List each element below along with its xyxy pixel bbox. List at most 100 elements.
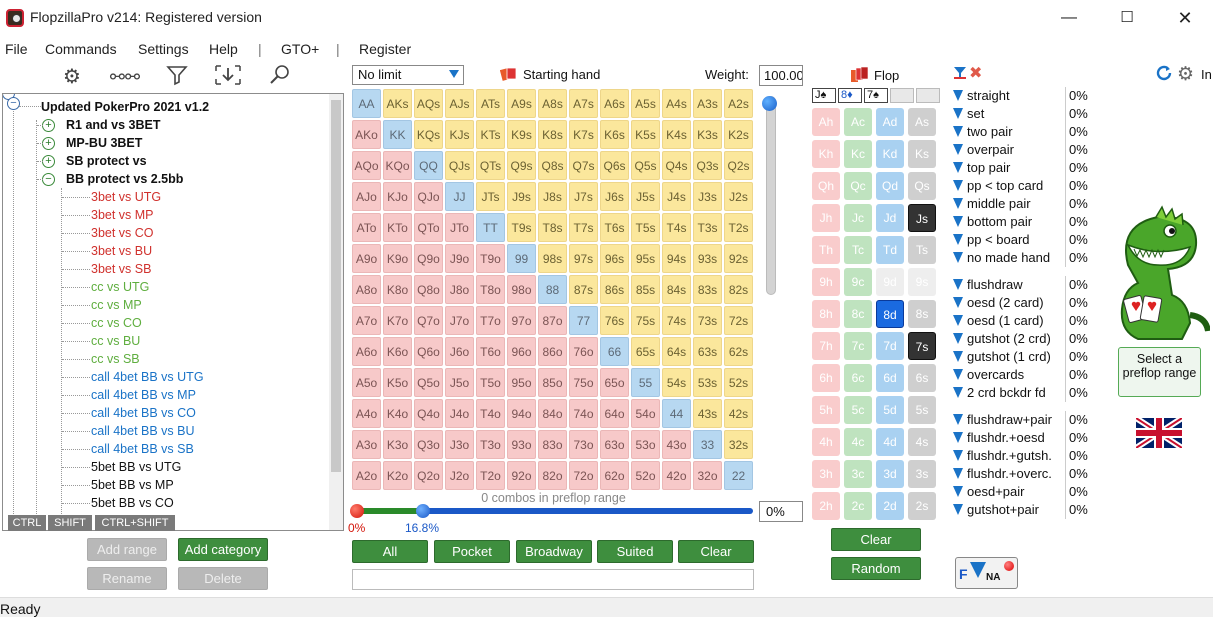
hand-cell-55[interactable]: 55 <box>631 368 660 397</box>
hand-cell-Q9o[interactable]: Q9o <box>414 244 443 273</box>
hand-cell-AJo[interactable]: AJo <box>352 182 381 211</box>
add-range-button[interactable]: Add range <box>87 538 167 561</box>
board-card-3[interactable]: 7♠ <box>864 88 888 103</box>
hand-cell-K7s[interactable]: K7s <box>569 120 598 149</box>
hand-cell-42s[interactable]: 42s <box>724 399 753 428</box>
stat-filter-made[interactable]: bottom pair <box>953 213 1032 231</box>
filter-icon[interactable] <box>953 234 963 245</box>
hand-cell-82s[interactable]: 82s <box>724 275 753 304</box>
stat-filter-draws[interactable]: flushdraw <box>953 276 1023 294</box>
hand-cell-63o[interactable]: 63o <box>600 430 629 459</box>
filter-na-button[interactable]: F NA <box>955 557 1018 589</box>
hand-cell-76s[interactable]: 76s <box>600 306 629 335</box>
stat-filter-made[interactable]: overpair <box>953 141 1014 159</box>
menu-commands[interactable]: Commands <box>45 41 117 57</box>
flop-card-8h[interactable]: 8h <box>812 300 840 328</box>
hand-cell-JJ[interactable]: JJ <box>445 182 474 211</box>
hand-cell-K9s[interactable]: K9s <box>507 120 536 149</box>
tree-range-item[interactable]: cc vs UTG <box>91 278 149 296</box>
stat-filter-made[interactable]: top pair <box>953 159 1010 177</box>
hand-cell-KJs[interactable]: KJs <box>445 120 474 149</box>
filter-icon[interactable] <box>953 351 963 362</box>
hand-cell-T4s[interactable]: T4s <box>662 213 691 242</box>
flop-card-Jc[interactable]: Jc <box>844 204 872 232</box>
flop-card-6h[interactable]: 6h <box>812 364 840 392</box>
board-card-2[interactable]: 8♦ <box>838 88 862 103</box>
hand-cell-54s[interactable]: 54s <box>662 368 691 397</box>
hand-cell-T8s[interactable]: T8s <box>538 213 567 242</box>
flop-card-Ah[interactable]: Ah <box>812 108 840 136</box>
hand-cell-JTs[interactable]: JTs <box>476 182 505 211</box>
hand-cell-T2o[interactable]: T2o <box>476 461 505 490</box>
hand-cell-96s[interactable]: 96s <box>600 244 629 273</box>
hand-cell-J4o[interactable]: J4o <box>445 399 474 428</box>
filter-icon[interactable] <box>953 432 963 443</box>
flop-card-6s[interactable]: 6s <box>908 364 936 392</box>
hand-cell-J5o[interactable]: J5o <box>445 368 474 397</box>
flop-card-Tc[interactable]: Tc <box>844 236 872 264</box>
hand-cell-K4o[interactable]: K4o <box>383 399 412 428</box>
filter-icon[interactable] <box>953 180 963 191</box>
hand-cell-ATo[interactable]: ATo <box>352 213 381 242</box>
hand-cell-82o[interactable]: 82o <box>538 461 567 490</box>
hand-cell-T3s[interactable]: T3s <box>693 213 722 242</box>
hand-cell-Q2o[interactable]: Q2o <box>414 461 443 490</box>
hand-cell-85o[interactable]: 85o <box>538 368 567 397</box>
flop-card-6c[interactable]: 6c <box>844 364 872 392</box>
key-shift[interactable]: SHIFT <box>48 515 92 531</box>
hand-cell-Q4s[interactable]: Q4s <box>662 151 691 180</box>
tree-range-item[interactable]: call 4bet BB vs BU <box>91 422 195 440</box>
hand-cell-43s[interactable]: 43s <box>693 399 722 428</box>
hand-cell-42o[interactable]: 42o <box>662 461 691 490</box>
weight-slider[interactable] <box>766 96 776 295</box>
hand-cell-A4s[interactable]: A4s <box>662 89 691 118</box>
flop-card-9h[interactable]: 9h <box>812 268 840 296</box>
key-ctrl[interactable]: CTRL <box>8 515 46 531</box>
hand-cell-AQs[interactable]: AQs <box>414 89 443 118</box>
flop-card-Ks[interactable]: Ks <box>908 140 936 168</box>
hand-cell-QJo[interactable]: QJo <box>414 182 443 211</box>
stat-filter-combo[interactable]: flushdr.+gutsh. <box>953 447 1052 465</box>
hand-cell-J6s[interactable]: J6s <box>600 182 629 211</box>
filter-icon[interactable] <box>953 144 963 155</box>
hand-cell-84o[interactable]: 84o <box>538 399 567 428</box>
flop-card-4d[interactable]: 4d <box>876 428 904 456</box>
hand-cell-52o[interactable]: 52o <box>631 461 660 490</box>
flop-card-9d[interactable]: 9d <box>876 268 904 296</box>
hand-cell-43o[interactable]: 43o <box>662 430 691 459</box>
flop-card-7c[interactable]: 7c <box>844 332 872 360</box>
flop-card-6d[interactable]: 6d <box>876 364 904 392</box>
random-flop-button[interactable]: Random <box>831 557 921 580</box>
board-card-5[interactable] <box>916 88 940 103</box>
minimize-button[interactable]: — <box>1046 6 1092 30</box>
hand-cell-72s[interactable]: 72s <box>724 306 753 335</box>
tree-group[interactable]: BB protect vs 2.5bb <box>66 170 183 188</box>
hand-cell-86o[interactable]: 86o <box>538 337 567 366</box>
percent-input[interactable]: 0% <box>759 501 803 522</box>
hand-cell-A8o[interactable]: A8o <box>352 275 381 304</box>
hand-cell-92s[interactable]: 92s <box>724 244 753 273</box>
stat-filter-made[interactable]: two pair <box>953 123 1013 141</box>
hand-cell-44[interactable]: 44 <box>662 399 691 428</box>
flop-card-As[interactable]: As <box>908 108 936 136</box>
flop-card-Kd[interactable]: Kd <box>876 140 904 168</box>
hand-cell-A3s[interactable]: A3s <box>693 89 722 118</box>
hand-cell-ATs[interactable]: ATs <box>476 89 505 118</box>
filter-icon[interactable] <box>953 252 963 263</box>
hand-cell-AKo[interactable]: AKo <box>352 120 381 149</box>
hand-cell-K6s[interactable]: K6s <box>600 120 629 149</box>
flop-card-5s[interactable]: 5s <box>908 396 936 424</box>
hand-cell-83s[interactable]: 83s <box>693 275 722 304</box>
hand-cell-J2s[interactable]: J2s <box>724 182 753 211</box>
flop-card-5h[interactable]: 5h <box>812 396 840 424</box>
search-icon[interactable] <box>263 64 297 90</box>
tree-range-item[interactable]: cc vs SB <box>91 350 140 368</box>
hand-cell-A9o[interactable]: A9o <box>352 244 381 273</box>
flop-card-Kc[interactable]: Kc <box>844 140 872 168</box>
range-tree[interactable]: − − Updated PokerPro 2021 v1.2 + R1 and v… <box>2 93 344 531</box>
hand-cell-J3s[interactable]: J3s <box>693 182 722 211</box>
stat-filter-draws[interactable]: gutshot (1 crd) <box>953 348 1051 366</box>
stat-filter-made[interactable]: pp < board <box>953 231 1030 249</box>
tree-range-item[interactable]: call 4bet BB vs SB <box>91 440 194 458</box>
stat-filter-made[interactable]: no made hand <box>953 249 1050 267</box>
